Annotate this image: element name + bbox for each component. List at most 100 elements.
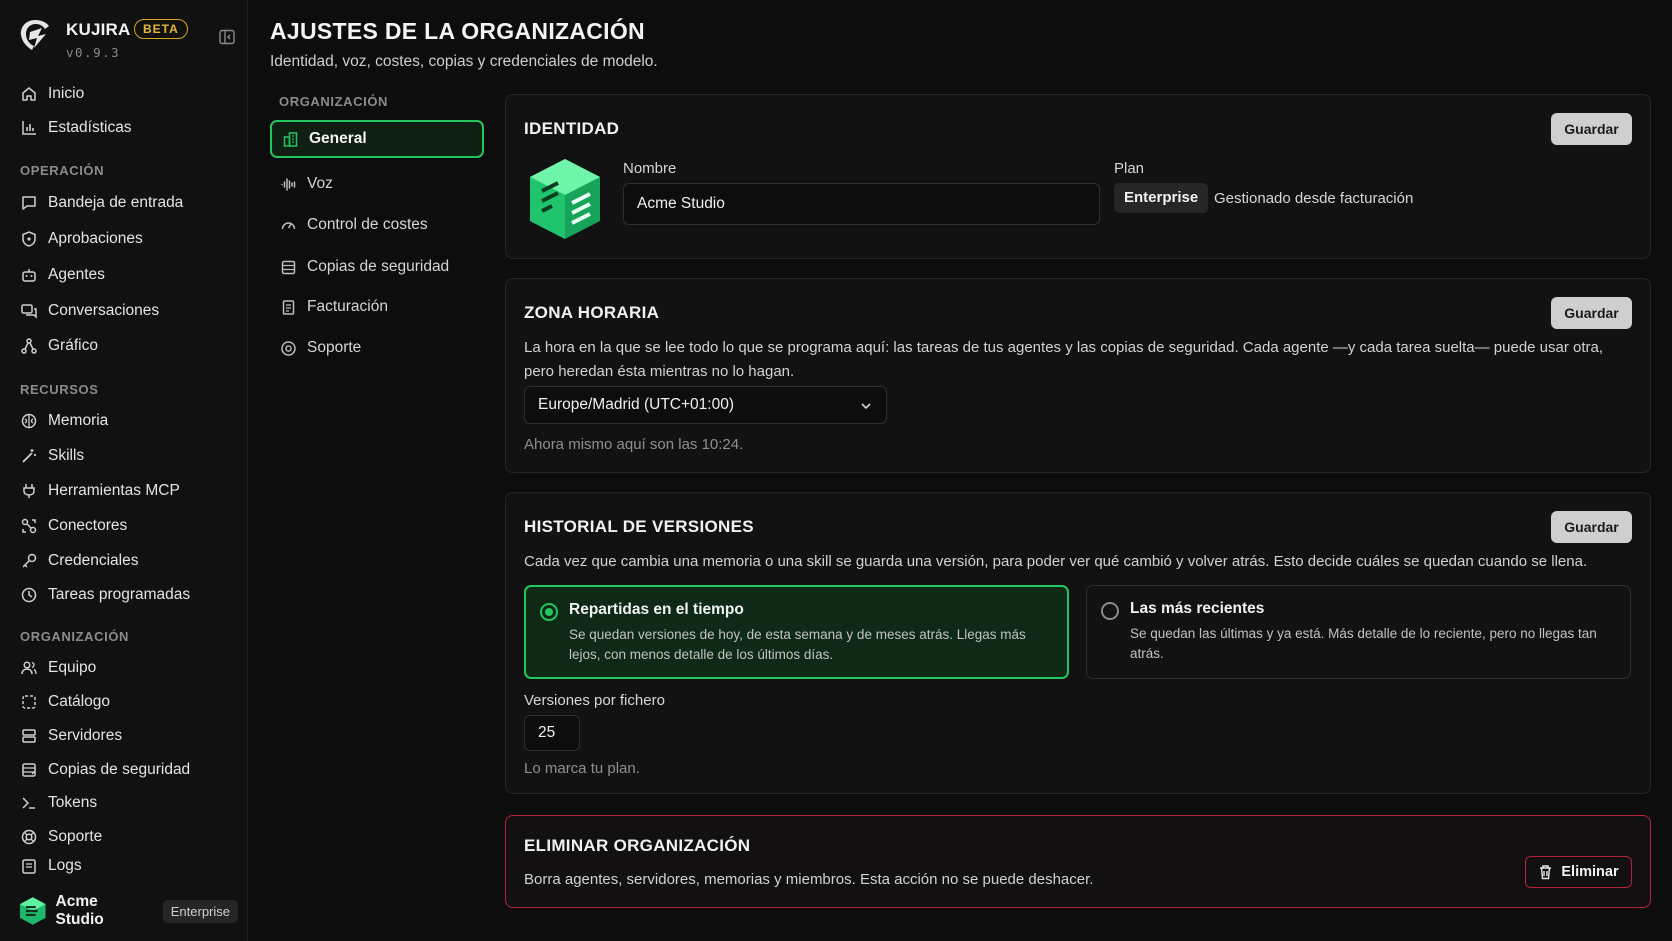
- option-most-recent[interactable]: Las más recientes Se quedan las últimas …: [1086, 585, 1631, 679]
- lifebuoy-icon: [21, 829, 37, 845]
- delete-org-button-label: Eliminar: [1561, 864, 1619, 880]
- identity-save-button[interactable]: Guardar: [1551, 113, 1632, 145]
- subnav-item-facturacion[interactable]: Facturación: [270, 288, 484, 326]
- versions-per-file-input[interactable]: [524, 715, 580, 751]
- sidebar-item-servidores[interactable]: Servidores: [20, 721, 230, 751]
- sidebar-item-label: Bandeja de entrada: [48, 194, 184, 211]
- subnav-item-label: Copias de seguridad: [307, 258, 450, 275]
- sidebar-item-conversaciones[interactable]: Conversaciones: [20, 296, 230, 326]
- sidebar-item-label: Conectores: [48, 517, 128, 534]
- sidebar-item-bandeja[interactable]: Bandeja de entrada: [20, 188, 230, 218]
- building-icon: [283, 131, 298, 147]
- timezone-select[interactable]: Europe/Madrid (UTC+01:00): [524, 386, 887, 424]
- org-avatar-icon[interactable]: [528, 157, 602, 241]
- sidebar-item-copias[interactable]: Copias de seguridad: [20, 755, 230, 785]
- sidebar-item-label: Aprobaciones: [48, 230, 143, 247]
- versions-save-button[interactable]: Guardar: [1551, 511, 1632, 543]
- versions-title: HISTORIAL DE VERSIONES: [524, 517, 754, 536]
- catalog-icon: [22, 695, 36, 709]
- option-title: Las más recientes: [1130, 600, 1265, 617]
- chevron-down-icon: [861, 403, 871, 410]
- sidebar-item-label: Copias de seguridad: [48, 761, 191, 778]
- sidebar-item-aprobaciones[interactable]: Aprobaciones: [20, 224, 230, 254]
- sidebar-item-credenciales[interactable]: Credenciales: [20, 546, 230, 576]
- collapse-sidebar-icon[interactable]: [218, 28, 236, 46]
- identity-title: IDENTIDAD: [524, 119, 620, 138]
- subnav-item-label: Facturación: [307, 298, 388, 315]
- inbox-icon: [22, 196, 36, 210]
- sidebar-item-tareas-programadas[interactable]: Tareas programadas: [20, 580, 230, 610]
- sidebar-item-label: Skills: [48, 447, 85, 464]
- sidebar-item-label: Agentes: [48, 266, 105, 283]
- logs-icon: [22, 859, 36, 874]
- sidebar-item-label: Memoria: [48, 412, 109, 429]
- radio-selected[interactable]: [540, 603, 558, 621]
- connector-icon: [21, 518, 37, 534]
- sidebar-item-catalogo[interactable]: Catálogo: [20, 687, 230, 717]
- timezone-save-button[interactable]: Guardar: [1551, 297, 1632, 329]
- backup-icon: [22, 763, 36, 777]
- subnav-item-label: Control de costes: [307, 216, 428, 233]
- graph-icon: [21, 338, 37, 354]
- sidebar-item-label: Gráfico: [48, 337, 98, 354]
- org-logo-icon: [19, 897, 46, 925]
- lifebuoy-icon: [281, 340, 296, 356]
- sidebar-item-memoria[interactable]: Memoria: [20, 406, 230, 436]
- sidebar-item-conectores[interactable]: Conectores: [20, 511, 230, 541]
- org-switcher[interactable]: Acme Studio Enterprise: [18, 893, 238, 929]
- subnav-item-control-costes[interactable]: Control de costes: [270, 206, 484, 244]
- radio-unselected[interactable]: [1101, 602, 1119, 620]
- clock-icon: [21, 587, 37, 603]
- plan-label: Plan: [1114, 160, 1145, 177]
- subnav-item-label: Soporte: [307, 339, 362, 356]
- sidebar-item-skills[interactable]: Skills: [20, 441, 230, 471]
- sidebar-item-herramientas-mcp[interactable]: Herramientas MCP: [20, 476, 230, 506]
- sidebar-item-equipo[interactable]: Equipo: [20, 653, 230, 683]
- sidebar-item-estadisticas[interactable]: Estadísticas: [20, 113, 230, 143]
- versions-card: HISTORIAL DE VERSIONES Guardar Cada vez …: [505, 492, 1651, 794]
- sidebar-item-label: Tokens: [48, 794, 98, 811]
- plan-note: Gestionado desde facturación: [1214, 190, 1414, 207]
- subnav-item-copias[interactable]: Copias de seguridad: [270, 248, 484, 286]
- sidebar-item-agentes[interactable]: Agentes: [20, 260, 230, 290]
- page-subtitle: Identidad, voz, costes, copias y credenc…: [270, 53, 658, 70]
- shield-icon: [22, 231, 36, 247]
- wand-icon: [22, 449, 36, 463]
- bar-chart-icon: [22, 121, 36, 135]
- sidebar-item-tokens[interactable]: Tokens: [20, 788, 230, 818]
- sidebar-item-label: Credenciales: [48, 552, 139, 569]
- kujira-logo-icon: [20, 20, 49, 50]
- page-title: AJUSTES DE LA ORGANIZACIÓN: [270, 18, 645, 44]
- option-description: Se quedan las últimas y ya está. Más det…: [1130, 626, 1597, 661]
- versions-description: Cada vez que cambia una memoria o una sk…: [524, 553, 1588, 570]
- brain-icon: [21, 413, 37, 429]
- sidebar-item-label: Herramientas MCP: [48, 482, 180, 499]
- option-spread-over-time[interactable]: Repartidas en el tiempo Se quedan versio…: [524, 585, 1069, 679]
- server-icon: [22, 729, 36, 743]
- sidebar-section-recursos: RECURSOS: [20, 382, 99, 397]
- option-description: Se quedan versiones de hoy, de esta sema…: [569, 627, 1026, 662]
- backup-icon: [281, 260, 296, 274]
- delete-org-card: ELIMINAR ORGANIZACIÓN Borra agentes, ser…: [505, 815, 1651, 908]
- app-version: v0.9.3: [66, 45, 121, 60]
- subnav-item-general[interactable]: General: [270, 120, 484, 158]
- sidebar-section-operacion: OPERACIÓN: [20, 163, 105, 178]
- delete-org-button[interactable]: Eliminar: [1525, 856, 1632, 888]
- name-label: Nombre: [623, 160, 677, 177]
- sidebar-item-logs[interactable]: Logs: [20, 856, 230, 876]
- subnav-item-voz[interactable]: Voz: [270, 165, 484, 203]
- trash-icon: [1540, 865, 1552, 880]
- sidebar-item-inicio[interactable]: Inicio: [20, 79, 230, 109]
- versions-per-file-note: Lo marca tu plan.: [524, 760, 640, 777]
- subnav-item-soporte[interactable]: Soporte: [270, 329, 484, 367]
- brand: KUJIRA BETA v0.9.3: [18, 16, 238, 64]
- sidebar-item-soporte[interactable]: Soporte: [20, 822, 230, 852]
- sidebar-item-label: Tareas programadas: [48, 586, 191, 603]
- org-name-input[interactable]: [623, 183, 1100, 225]
- sidebar-item-label: Equipo: [48, 659, 97, 676]
- waveform-icon: [281, 177, 296, 191]
- gauge-icon: [281, 221, 296, 229]
- sidebar-item-grafico[interactable]: Gráfico: [20, 331, 230, 361]
- identity-card: IDENTIDAD Guardar Nombre Plan Enterprise…: [505, 94, 1651, 259]
- brand-name: KUJIRA: [66, 20, 131, 39]
